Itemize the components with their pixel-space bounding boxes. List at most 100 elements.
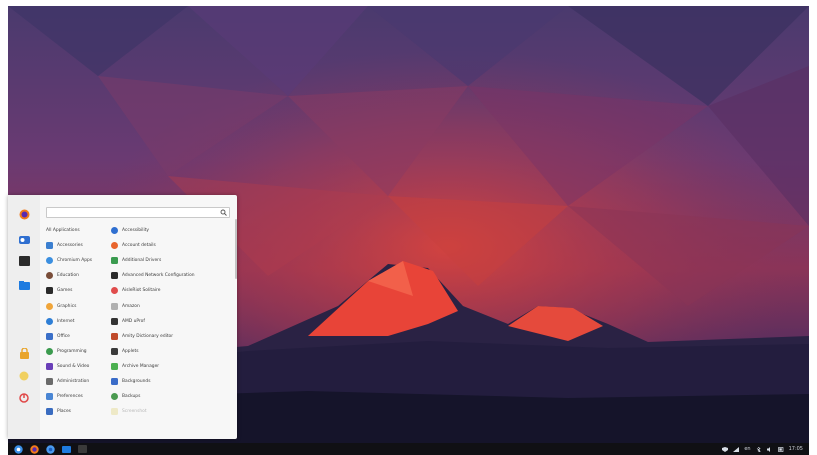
power-icon xyxy=(19,393,29,403)
taskbar-firefox[interactable] xyxy=(28,444,40,454)
category-item[interactable]: Office xyxy=(46,329,112,344)
menu-scrollbar[interactable] xyxy=(235,219,237,279)
menu-button[interactable] xyxy=(12,444,24,454)
backups-icon xyxy=(111,393,118,401)
search-icon xyxy=(220,209,227,216)
terminal-launcher[interactable] xyxy=(17,255,31,267)
preferences-icon xyxy=(46,393,53,401)
chromium-icon xyxy=(45,444,55,454)
taskbar-chromium[interactable] xyxy=(44,444,56,454)
additional-drivers-icon xyxy=(111,257,118,265)
app-item[interactable]: Amazon xyxy=(111,298,231,313)
category-item[interactable]: Games xyxy=(46,283,112,298)
app-item-label: Archive Manager xyxy=(122,363,160,369)
graphics-icon xyxy=(46,302,53,310)
category-item[interactable]: All Applications xyxy=(46,223,112,238)
app-item-label: AMD uProf xyxy=(122,318,145,324)
battery-icon[interactable] xyxy=(777,446,784,452)
search-field[interactable] xyxy=(46,207,230,218)
backgrounds-icon xyxy=(111,377,118,385)
app-item[interactable]: Backups xyxy=(111,389,231,404)
category-item-label: Games xyxy=(57,288,73,294)
network-icon[interactable] xyxy=(733,446,740,452)
clock[interactable]: 17:05 xyxy=(789,446,803,452)
search-input[interactable] xyxy=(49,208,209,217)
dictionary-editor-icon xyxy=(111,332,118,340)
app-item-label: Accessibility xyxy=(122,228,150,234)
menu-sidebar xyxy=(8,195,40,439)
logout[interactable] xyxy=(17,370,31,382)
category-item-label: Preferences xyxy=(57,394,83,400)
category-item-label: Graphics xyxy=(57,303,77,309)
category-item[interactable]: Graphics xyxy=(46,298,112,313)
taskbar: en 17:05 xyxy=(8,443,809,455)
firefox-icon xyxy=(19,209,29,219)
app-item-label: Amity Dictionary editor xyxy=(122,333,174,339)
taskbar-terminal[interactable] xyxy=(76,444,88,454)
app-item-label: Backgrounds xyxy=(122,378,151,384)
category-item-label: Programming xyxy=(57,348,87,354)
settings-launcher[interactable] xyxy=(17,234,31,246)
app-item-label: Amazon xyxy=(122,303,140,309)
shield-icon[interactable] xyxy=(722,446,729,452)
bluetooth-icon[interactable] xyxy=(756,446,762,452)
category-item[interactable]: Administration xyxy=(46,374,112,389)
app-item[interactable]: Advanced Network Configuration xyxy=(111,268,231,283)
start-menu: All Applications Accessories Chromium Apps… xyxy=(8,195,237,439)
terminal-icon xyxy=(77,445,87,453)
accessories-icon xyxy=(46,242,53,250)
category-item[interactable]: Accessories xyxy=(46,238,112,253)
lock-screen[interactable] xyxy=(17,347,31,359)
category-item[interactable]: Chromium Apps xyxy=(46,253,112,268)
app-item[interactable]: Archive Manager xyxy=(111,359,231,374)
taskbar-files[interactable] xyxy=(60,444,72,454)
app-item[interactable]: Amity Dictionary editor xyxy=(111,329,231,344)
app-item-label: Applets xyxy=(122,348,139,354)
amazon-icon xyxy=(111,302,118,310)
category-item[interactable]: Programming xyxy=(46,344,112,359)
settings-toggle-icon xyxy=(18,236,30,244)
files-launcher[interactable] xyxy=(17,279,31,291)
app-item[interactable]: AisleRiot Solitaire xyxy=(111,283,231,298)
category-item-label: Office xyxy=(57,333,70,339)
firefox-launcher[interactable] xyxy=(17,208,31,220)
folder-icon xyxy=(18,280,30,290)
internet-icon xyxy=(46,317,53,325)
screenshot-icon xyxy=(111,408,118,416)
category-item-label: Administration xyxy=(57,378,90,384)
category-item[interactable]: Internet xyxy=(46,314,112,329)
app-item-label: AisleRiot Solitaire xyxy=(122,288,161,294)
administration-icon xyxy=(46,377,53,385)
app-item-label: Backups xyxy=(122,394,141,400)
app-item[interactable]: Backgrounds xyxy=(111,374,231,389)
lock-icon xyxy=(19,347,29,359)
app-item-label: Additional Drivers xyxy=(122,258,162,264)
app-item[interactable]: Applets xyxy=(111,344,231,359)
app-item[interactable]: Screenshot xyxy=(111,404,231,419)
sound-video-icon xyxy=(46,362,53,370)
keyboard-layout[interactable]: en xyxy=(744,446,750,452)
category-item[interactable]: Sound & Video xyxy=(46,359,112,374)
category-item-label: All Applications xyxy=(46,228,80,234)
programming-icon xyxy=(46,347,53,355)
app-item[interactable]: AMD uProf xyxy=(111,314,231,329)
app-item[interactable]: Account details xyxy=(111,238,231,253)
app-item[interactable]: Accessibility xyxy=(111,223,231,238)
logout-icon xyxy=(19,371,29,381)
applets-icon xyxy=(111,347,118,355)
account-details-icon xyxy=(111,242,118,250)
category-item[interactable]: Education xyxy=(46,268,112,283)
category-item[interactable]: Preferences xyxy=(46,389,112,404)
firefox-icon xyxy=(29,444,39,454)
shutdown[interactable] xyxy=(17,392,31,404)
solitaire-icon xyxy=(111,287,118,295)
app-item[interactable]: Additional Drivers xyxy=(111,253,231,268)
category-item-label: Sound & Video xyxy=(57,363,90,369)
category-list: All Applications Accessories Chromium Apps… xyxy=(46,223,112,419)
category-item[interactable]: Places xyxy=(46,404,112,419)
category-item-label: Education xyxy=(57,273,79,279)
app-item-label: Account details xyxy=(122,243,156,249)
volume-icon[interactable] xyxy=(766,446,773,452)
category-item-label: Chromium Apps xyxy=(57,258,93,264)
category-item-label: Places xyxy=(57,409,71,415)
